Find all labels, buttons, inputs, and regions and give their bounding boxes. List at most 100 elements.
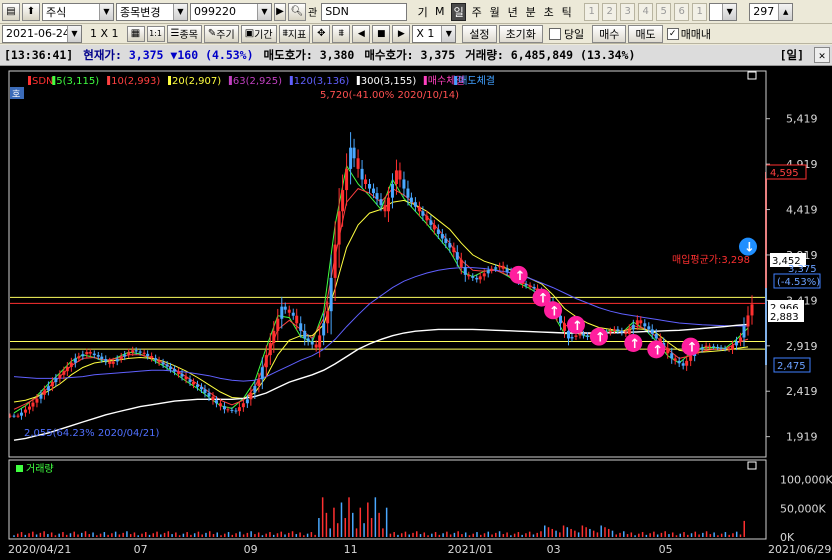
candle-body <box>165 364 169 367</box>
candle-body <box>704 345 708 348</box>
stop-icon[interactable]: ■ <box>372 24 391 43</box>
trade-toggle[interactable]: ✓ 매매내 <box>666 26 711 42</box>
date-axis-label: 11 <box>344 543 358 556</box>
search-icon[interactable]: 🔍︎ <box>288 2 306 21</box>
buy-arrow-icon: ↑ <box>549 304 560 319</box>
reset-button[interactable]: 초기화 <box>498 24 543 43</box>
candle-body <box>50 382 54 387</box>
related-label[interactable]: 관 <box>308 4 317 19</box>
number-tab-4[interactable]: 5 <box>656 2 672 21</box>
scroll-right-icon[interactable]: ▶ <box>392 24 411 43</box>
status-time: [13:36:41] <box>4 48 74 62</box>
market-select[interactable]: 주식 ▼ <box>42 2 114 21</box>
candle-body <box>150 356 154 359</box>
candle-body <box>310 341 314 345</box>
table-icon[interactable]: ▦ <box>126 25 145 42</box>
candle-body <box>727 348 731 350</box>
market-value: 주식 <box>46 5 67 19</box>
mode-button-1[interactable]: M <box>432 3 447 21</box>
candle-body <box>218 403 222 407</box>
candle-body <box>746 315 750 327</box>
avg-price-label: 매입평균가:3,298 <box>672 253 750 266</box>
candle-body <box>314 344 318 348</box>
number-tab-6[interactable]: 1 <box>692 2 708 21</box>
candle-body <box>115 359 119 362</box>
candle-body <box>207 392 211 397</box>
max-price-label: 4,595 <box>770 168 799 179</box>
candle-body <box>92 353 96 356</box>
grid-icon[interactable]: ▤ <box>2 2 20 21</box>
candle-body <box>700 347 704 350</box>
number-tab-2[interactable]: 3 <box>620 2 636 21</box>
number-tab-3[interactable]: 4 <box>638 2 654 21</box>
wave-icon[interactable]: ⩩ <box>332 24 351 43</box>
mode-button-0[interactable]: 기 <box>415 3 430 21</box>
tab-period-6[interactable]: 틱 <box>559 3 574 21</box>
chevron-down-icon: ▼ <box>722 3 737 20</box>
candle-body <box>203 389 207 393</box>
number-tab-0[interactable]: 1 <box>584 2 600 21</box>
candle-body <box>409 197 413 203</box>
candle-body <box>631 324 635 330</box>
candle-body <box>138 351 142 353</box>
tab-period-3[interactable]: 년 <box>505 3 520 21</box>
date-picker[interactable]: 2021-06-24 ▼ <box>2 24 82 43</box>
range-button-label: 기간 <box>254 30 273 41</box>
tab-period-0[interactable]: 일 <box>451 2 467 21</box>
change-stock-select[interactable]: 종목변경 ▼ <box>116 2 188 21</box>
ratio-select[interactable]: X 1 ▼ <box>412 24 457 43</box>
sameday-toggle[interactable]: 당일 <box>548 26 584 42</box>
stock-chart[interactable]: ↑↑↑↑↑↑↑↑↓ 5,4194,9194,4193,9193,4192,919… <box>0 66 832 560</box>
sell-button[interactable]: 매도 <box>628 24 663 43</box>
candle-body <box>326 311 330 324</box>
candle-body <box>184 376 188 380</box>
number-tab-1[interactable]: 2 <box>602 2 618 21</box>
candle-body <box>65 366 69 372</box>
candle-body <box>639 320 643 324</box>
range-button[interactable]: ▣ 기간 <box>240 24 277 43</box>
extra-select[interactable]: ▼ <box>709 2 738 21</box>
ticker-field[interactable]: SDN <box>321 2 408 21</box>
stocks-button[interactable]: ☰ 종목 <box>166 24 202 43</box>
candle-body <box>681 363 685 366</box>
legend-item-0: SDN <box>32 76 54 87</box>
candle-body <box>180 373 184 377</box>
legend-swatch <box>168 76 171 85</box>
candle-body <box>173 369 177 372</box>
tab-period-2[interactable]: 월 <box>487 3 502 21</box>
trade-checkbox[interactable]: ✓ <box>666 27 679 40</box>
candle-body <box>723 348 727 350</box>
indicator-button[interactable]: ⩩ 지표 <box>278 24 311 43</box>
close-icon[interactable]: ✕ <box>814 47 830 63</box>
current-pct-label: (-4.53%) <box>777 277 820 288</box>
number-tab-5[interactable]: 6 <box>674 2 690 21</box>
tab-period-1[interactable]: 주 <box>469 3 484 21</box>
candle-body <box>154 358 158 361</box>
volume-legend: 거래량 <box>26 463 54 475</box>
candle-body <box>31 402 35 407</box>
stock-code-input[interactable]: 099220 ▼ <box>190 2 272 21</box>
scroll-left-icon[interactable]: ◀ <box>352 24 371 43</box>
date-axis-label: 2020/04/21 <box>8 543 71 556</box>
buy-button[interactable]: 매수 <box>592 24 627 43</box>
candle-body <box>452 247 456 253</box>
next-arrow-icon[interactable]: ▶ <box>274 2 286 21</box>
period-button[interactable]: ✎ 주기 <box>203 24 239 43</box>
candle-body <box>356 158 360 169</box>
candle-body <box>413 202 417 207</box>
candle-body <box>402 179 406 189</box>
one-one-icon[interactable]: 1:1 <box>146 25 165 42</box>
count-spinner[interactable]: 297 ▲ <box>749 2 794 21</box>
candle-body <box>291 312 295 316</box>
sameday-checkbox[interactable] <box>548 27 561 40</box>
settings-button[interactable]: 설정 <box>462 24 497 43</box>
date-axis-label: 07 <box>134 543 148 556</box>
candle-body <box>394 170 398 185</box>
tab-period-4[interactable]: 분 <box>523 3 538 21</box>
layout-label[interactable]: 1 X 1 <box>90 27 119 40</box>
tab-period-5[interactable]: 초 <box>541 3 556 21</box>
candle-body <box>169 366 173 370</box>
crosshair-icon[interactable]: ✥ <box>312 24 331 43</box>
up-arrow-icon[interactable]: ⬆ <box>22 2 40 21</box>
candle-body <box>16 415 20 417</box>
